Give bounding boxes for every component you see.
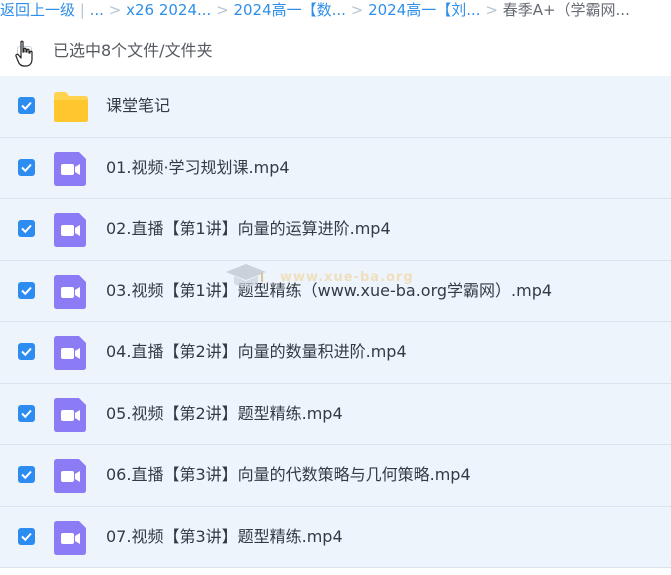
file-name[interactable]: 07.视频【第3讲】题型精练.mp4 <box>106 527 343 547</box>
video-file-icon <box>54 397 86 432</box>
row-checkbox[interactable] <box>18 220 35 237</box>
file-list: 课堂笔记 01.视频·学习规划课.mp4 02.直播【第1讲】向量的运算进阶.m… <box>0 76 671 568</box>
breadcrumb-separator: > <box>485 1 498 19</box>
list-item[interactable]: 04.直播【第2讲】向量的数量积进阶.mp4 <box>0 322 671 384</box>
video-file-icon <box>54 151 86 186</box>
row-checkbox[interactable] <box>18 466 35 483</box>
row-checkbox[interactable] <box>18 527 35 545</box>
row-checkbox[interactable] <box>18 404 35 422</box>
list-item[interactable]: 02.直播【第1讲】向量的运算进阶.mp4 <box>0 199 671 261</box>
checkmark-icon <box>21 409 32 418</box>
checkmark-icon <box>21 101 32 111</box>
file-name[interactable]: 06.直播【第3讲】向量的代数策略与几何策略.mp4 <box>106 465 471 485</box>
selection-bar: 已选中8个文件/文件夹 <box>0 36 671 72</box>
list-item[interactable]: 03.视频【第1讲】题型精练（www.xue-ba.org学霸网）.mp4 <box>0 260 671 322</box>
checkmark-icon <box>21 224 32 234</box>
breadcrumb-separator: > <box>108 1 122 19</box>
file-name[interactable]: 课堂笔记 <box>106 96 170 116</box>
breadcrumb-current: 春季A+（学霸网... <box>502 1 630 19</box>
breadcrumb-separator: > <box>216 1 229 19</box>
row-checkbox[interactable] <box>18 97 35 114</box>
row-checkbox[interactable] <box>18 281 35 299</box>
video-file-icon <box>54 213 86 247</box>
checkmark-icon <box>21 470 32 480</box>
row-checkbox[interactable] <box>18 158 35 176</box>
breadcrumb-item[interactable]: x26 2024... <box>126 1 211 19</box>
checkmark-icon <box>21 163 32 172</box>
list-item[interactable]: 07.视频【第3讲】题型精练.mp4 <box>0 506 671 568</box>
list-item[interactable]: 课堂笔记 <box>0 76 671 138</box>
folder-icon <box>54 92 88 122</box>
video-file-icon <box>54 336 86 370</box>
video-file-icon <box>54 459 86 493</box>
hand-cursor-icon <box>15 40 33 67</box>
breadcrumb-item[interactable]: 2024高一【数... <box>233 1 345 19</box>
file-name[interactable]: 02.直播【第1讲】向量的运算进阶.mp4 <box>106 219 391 239</box>
checkmark-icon <box>21 347 32 357</box>
list-item[interactable]: 05.视频【第2讲】题型精练.mp4 <box>0 383 671 445</box>
breadcrumb-item[interactable]: 2024高一【刘... <box>368 1 480 19</box>
file-name[interactable]: 04.直播【第2讲】向量的数量积进阶.mp4 <box>106 342 407 362</box>
file-name[interactable]: 03.视频【第1讲】题型精练（www.xue-ba.org学霸网）.mp4 <box>106 281 552 301</box>
breadcrumb-divider: | <box>79 1 85 19</box>
breadcrumb-separator: > <box>350 1 364 19</box>
list-item[interactable]: 01.视频·学习规划课.mp4 <box>0 137 671 199</box>
list-item[interactable]: 06.直播【第3讲】向量的代数策略与几何策略.mp4 <box>0 445 671 507</box>
checkmark-icon <box>21 532 32 541</box>
breadcrumb: 返回上一级 | ... > x26 2024... > 2024高一【数... … <box>0 0 671 22</box>
video-file-icon <box>54 520 86 555</box>
checkmark-icon <box>21 286 32 295</box>
video-file-icon <box>54 274 86 309</box>
selection-count-label: 已选中8个文件/文件夹 <box>53 41 213 60</box>
back-link[interactable]: 返回上一级 <box>0 1 75 19</box>
row-checkbox[interactable] <box>18 343 35 360</box>
file-name[interactable]: 05.视频【第2讲】题型精练.mp4 <box>106 404 343 424</box>
breadcrumb-ellipsis[interactable]: ... <box>90 1 104 19</box>
file-name[interactable]: 01.视频·学习规划课.mp4 <box>106 158 290 178</box>
